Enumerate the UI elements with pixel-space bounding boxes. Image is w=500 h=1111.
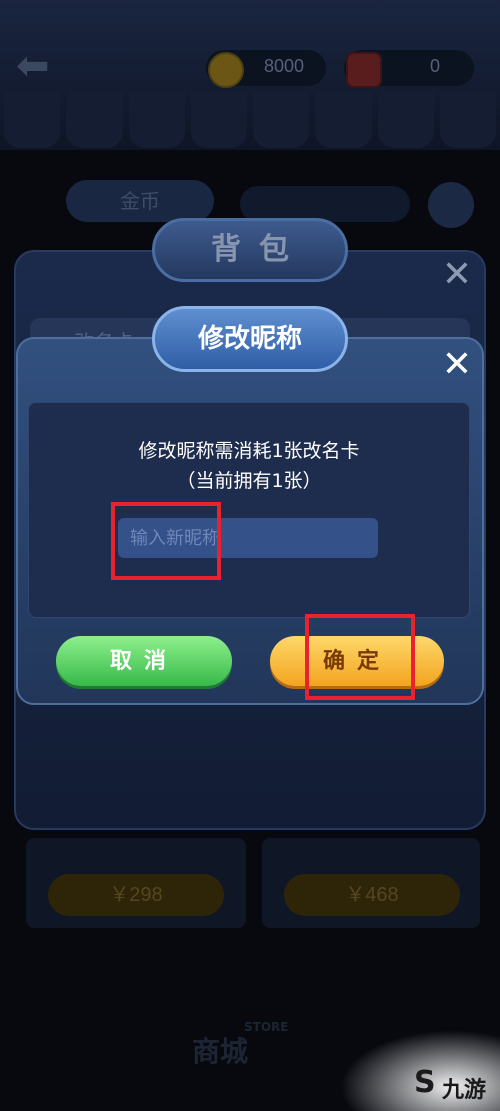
coin-balance: 8000 (264, 56, 305, 76)
backpack-close-icon[interactable]: ✕ (440, 257, 474, 293)
category-tab[interactable] (377, 92, 434, 148)
category-tab[interactable] (315, 92, 372, 148)
coin-icon (208, 52, 244, 88)
category-tab[interactable] (66, 92, 123, 148)
back-arrow-icon[interactable]: ⬅ (16, 46, 62, 86)
dialog-close-icon[interactable]: ✕ (440, 347, 474, 383)
category-tab[interactable] (128, 92, 185, 148)
store-logo: 商城 (192, 1035, 249, 1068)
store-logo-small: STORE (244, 1020, 289, 1034)
price-button[interactable]: ￥468 (284, 874, 460, 916)
watermark-logo-icon: S (414, 1065, 436, 1100)
category-tab-strip (0, 92, 500, 148)
cancel-button[interactable]: 取消 (56, 636, 232, 686)
category-tab[interactable] (439, 92, 496, 148)
watermark-text: 九游 (442, 1078, 487, 1103)
dialog-content-box (28, 402, 470, 618)
rename-cost-message: 修改昵称需消耗1张改名卡 (138, 440, 360, 462)
category-tab[interactable] (253, 92, 310, 148)
input-highlight-box (111, 502, 221, 580)
shop-bag-icon[interactable] (428, 182, 474, 228)
backpack-title: 背包 (152, 218, 348, 282)
background-search-field[interactable] (240, 186, 410, 222)
confirm-highlight-box (305, 614, 415, 700)
ticket-icon (346, 52, 382, 88)
dialog-title: 修改昵称 (152, 306, 348, 372)
ticket-balance: 0 (430, 56, 441, 76)
category-tab[interactable] (4, 92, 61, 148)
category-tab[interactable] (190, 92, 247, 148)
price-button[interactable]: ￥298 (48, 874, 224, 916)
rename-card-count: （当前拥有1张） (176, 470, 322, 492)
gold-tab[interactable]: 金币 (66, 180, 214, 222)
